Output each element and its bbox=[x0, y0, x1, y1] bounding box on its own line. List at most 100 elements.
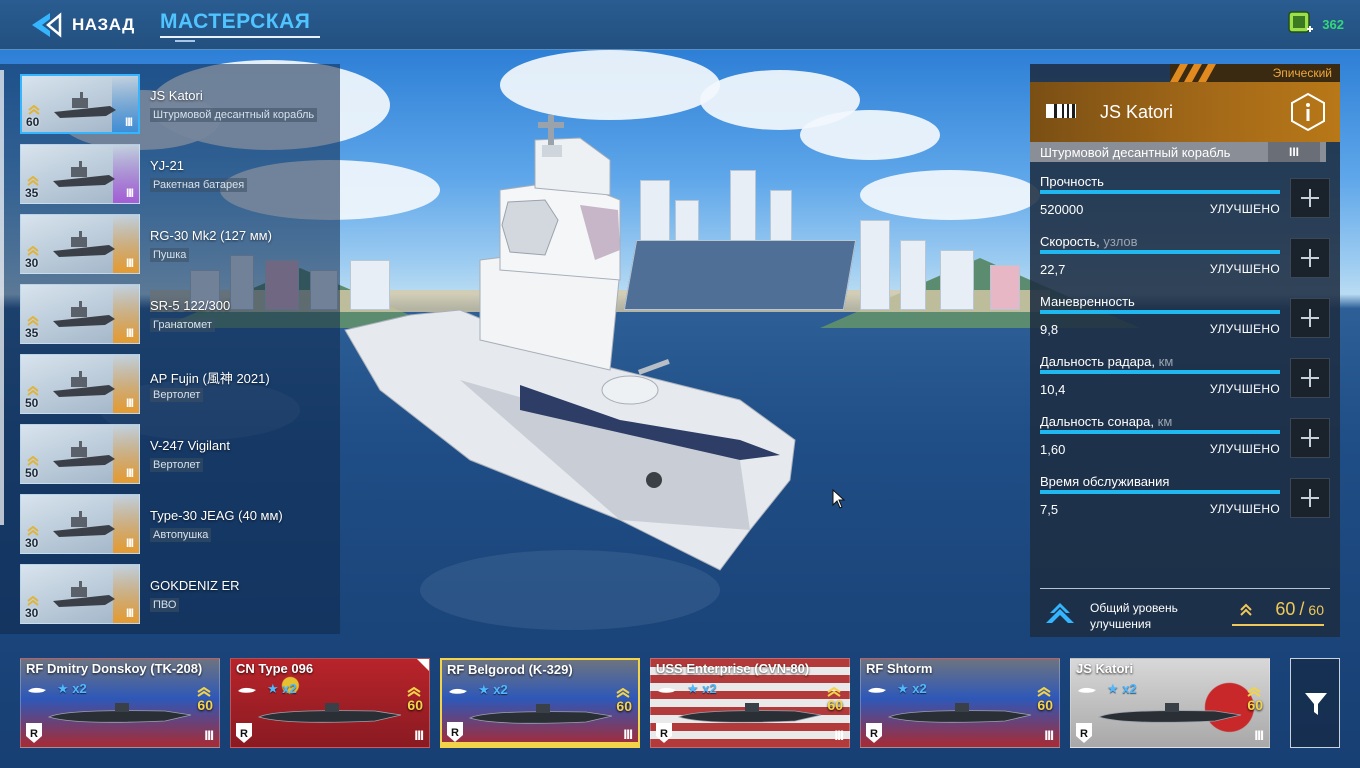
equipment-item[interactable]: 35 III YJ-21 Ракетная батарея bbox=[20, 144, 340, 204]
filter-button[interactable] bbox=[1290, 658, 1340, 748]
stat-row: Скорость, узлов 22,7 УЛУЧШЕНО bbox=[1040, 234, 1280, 294]
upgrade-plus-button[interactable] bbox=[1290, 178, 1330, 218]
equipment-item[interactable]: 50 III AP Fujin (風神 2021) Вертолет bbox=[20, 354, 340, 414]
stat-bar bbox=[1040, 250, 1280, 254]
fleet-ship-tier: III bbox=[204, 727, 214, 743]
filter-icon bbox=[1305, 693, 1327, 715]
ship-icon bbox=[54, 92, 116, 118]
equipment-item[interactable]: 30 III Type-30 JEAG (40 мм) Автопушка bbox=[20, 494, 340, 554]
fleet-ship-card[interactable]: RF Shtorm ★ x2 60 R III bbox=[860, 658, 1060, 748]
total-upgrade-value: 60 / 60 bbox=[1275, 599, 1324, 620]
fleet-ship-card[interactable]: RF Dmitry Donskoy (TK-208) ★ x2 60 R III bbox=[20, 658, 220, 748]
equipment-level: 30 bbox=[25, 606, 39, 620]
equipment-item[interactable]: 60 III JS Katori Штурмовой десантный кор… bbox=[20, 74, 340, 134]
equipment-type: Автопушка bbox=[150, 528, 212, 542]
ship-tier-label: III bbox=[1268, 142, 1320, 162]
stat-status: УЛУЧШЕНО bbox=[1209, 442, 1280, 456]
info-button[interactable] bbox=[1288, 92, 1328, 132]
submarine-class-icon bbox=[238, 687, 256, 693]
equipment-name: AP Fujin (風神 2021) bbox=[150, 371, 270, 386]
level-chevron-icon bbox=[27, 176, 39, 186]
rank-shield-icon: R bbox=[236, 723, 252, 743]
upgrade-plus-button[interactable] bbox=[1290, 358, 1330, 398]
fleet-ship-level: 60 bbox=[827, 697, 843, 713]
stat-bar bbox=[1040, 370, 1280, 374]
stat-value: 1,60 bbox=[1040, 442, 1066, 457]
stat-label: Скорость, узлов bbox=[1040, 234, 1138, 249]
helicopter-icon bbox=[53, 371, 115, 397]
fleet-ship-silhouette bbox=[1097, 703, 1242, 723]
level-chevron-icon bbox=[407, 687, 421, 697]
upgrade-level-icon bbox=[1046, 603, 1074, 623]
fleet-ship-card[interactable]: JS Katori ★ x2 60 R III bbox=[1070, 658, 1270, 748]
stat-row: Время обслуживания 7,5 УЛУЧШЕНО bbox=[1040, 474, 1280, 534]
equipment-item[interactable]: 35 III SR-5 122/300 Гранатомет bbox=[20, 284, 340, 344]
equipment-name: V-247 Vigilant bbox=[150, 438, 230, 453]
svg-text:R: R bbox=[240, 728, 248, 740]
upgrade-plus-button[interactable] bbox=[1290, 418, 1330, 458]
fleet-ship-level: 60 bbox=[1037, 697, 1053, 713]
equipment-level: 30 bbox=[25, 536, 39, 550]
fleet-star-count: x2 bbox=[1122, 681, 1137, 696]
selected-indicator bbox=[442, 742, 638, 746]
currency-display[interactable]: 362 bbox=[1288, 11, 1344, 37]
upgrade-plus-button[interactable] bbox=[1290, 238, 1330, 278]
upgrade-plus-button[interactable] bbox=[1290, 478, 1330, 518]
stat-name: Маневренность bbox=[1040, 294, 1135, 309]
equipment-type: ПВО bbox=[150, 598, 180, 612]
level-chevron-icon bbox=[1037, 687, 1051, 697]
level-chevron-icon bbox=[27, 246, 39, 256]
level-chevron-icon bbox=[27, 316, 39, 326]
stat-label: Маневренность bbox=[1040, 294, 1135, 309]
total-underline bbox=[1232, 624, 1324, 626]
total-separator: / bbox=[1299, 599, 1305, 619]
fleet-ship-level: 60 bbox=[1247, 697, 1263, 713]
fleet-ship-name: RF Dmitry Donskoy (TK-208) bbox=[26, 661, 203, 676]
assault-class-icon bbox=[1078, 687, 1096, 693]
fleet-ship-card[interactable]: CN Type 096 ★ x2 60 R III bbox=[230, 658, 430, 748]
equipment-item[interactable]: 30 III GOKDENIZ ER ПВО bbox=[20, 564, 340, 624]
top-bar: НАЗАД МАСТЕРСКАЯ 362 bbox=[0, 0, 1360, 50]
stat-value: 22,7 bbox=[1040, 262, 1066, 277]
fleet-ship-silhouette bbox=[257, 703, 402, 723]
missile-icon bbox=[53, 161, 115, 187]
new-badge-icon bbox=[417, 659, 429, 671]
level-chevron-icon bbox=[197, 687, 211, 697]
fleet-ship-tier: III bbox=[1044, 727, 1054, 743]
stat-row: Дальность сонара, км 1,60 УЛУЧШЕНО bbox=[1040, 414, 1280, 474]
fleet-ship-card[interactable]: RF Belgorod (K-329) ★ x2 60 R III bbox=[440, 658, 640, 748]
equipment-type: Ракетная батарея bbox=[150, 178, 248, 192]
rank-shield-icon: R bbox=[866, 723, 882, 743]
equipment-tier: III bbox=[125, 256, 134, 270]
assault-class-icon bbox=[1046, 104, 1076, 118]
carrier-class-icon bbox=[658, 687, 676, 693]
autocannon-icon bbox=[53, 511, 115, 537]
level-chevron-icon bbox=[27, 456, 39, 466]
upgrade-plus-button[interactable] bbox=[1290, 298, 1330, 338]
fleet-ship-card[interactable]: USS Enterprise (CVN-80) ★ x2 60 R III bbox=[650, 658, 850, 748]
rank-shield-icon: R bbox=[447, 722, 463, 742]
equipment-item[interactable]: 50 III V-247 Vigilant Вертолет bbox=[20, 424, 340, 484]
stat-status: УЛУЧШЕНО bbox=[1209, 382, 1280, 396]
stat-status: УЛУЧШЕНО bbox=[1209, 262, 1280, 276]
back-button[interactable]: НАЗАД bbox=[28, 8, 135, 42]
equipment-tier: III bbox=[125, 606, 134, 620]
stat-name: Прочность bbox=[1040, 174, 1104, 189]
submarine-class-icon bbox=[28, 687, 46, 693]
equipment-name: YJ-21 bbox=[150, 158, 184, 173]
svg-text:R: R bbox=[30, 728, 38, 740]
equipment-type: Пушка bbox=[150, 248, 190, 262]
ciws-icon bbox=[53, 581, 115, 607]
svg-text:R: R bbox=[660, 728, 668, 740]
upgrade-token-icon bbox=[1288, 11, 1314, 33]
level-chevron-icon bbox=[616, 688, 630, 698]
fleet-ship-level: 60 bbox=[197, 697, 213, 713]
fleet-star-count: x2 bbox=[493, 682, 508, 697]
equipment-level: 50 bbox=[25, 396, 39, 410]
equipment-item[interactable]: 30 III RG-30 Mk2 (127 мм) Пушка bbox=[20, 214, 340, 274]
equipment-list-scrollbar[interactable] bbox=[0, 70, 4, 525]
stat-name: Дальность радара, bbox=[1040, 354, 1155, 369]
equipment-thumbnail: 50 III bbox=[20, 424, 140, 484]
equipment-name: RG-30 Mk2 (127 мм) bbox=[150, 228, 272, 243]
stat-label: Дальность радара, км bbox=[1040, 354, 1173, 369]
